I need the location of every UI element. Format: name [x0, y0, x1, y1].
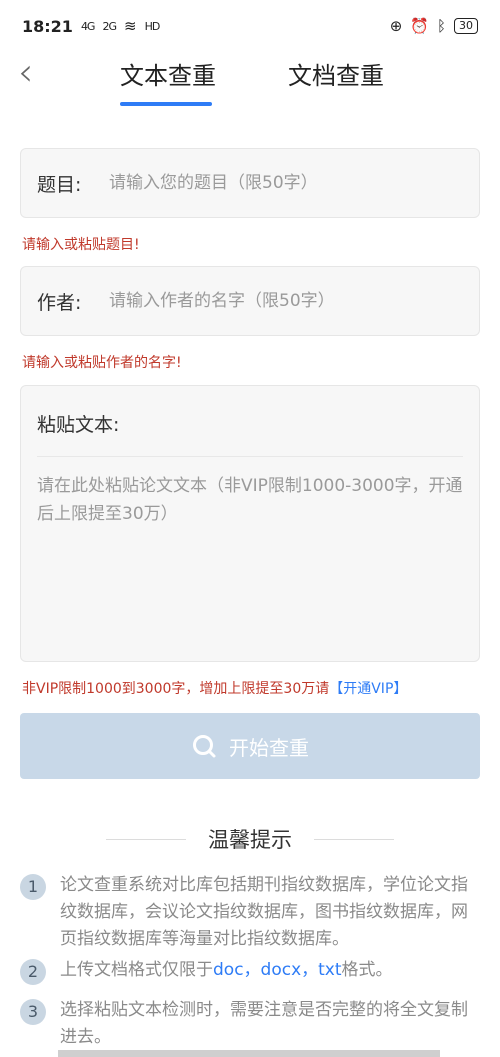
paste-label: 粘贴文本: — [37, 414, 120, 436]
vip-limit-note: 非VIP限制1000到3000字，增加上限提至30万请【开通VIP】 — [22, 678, 407, 698]
top-nav: ‹ 文本查重 文档查重 — [0, 52, 500, 112]
status-right: ⊕ ⏰ ᛒ 30 — [390, 17, 478, 35]
tip-text: 上传文档格式仅限于doc，docx，txt格式。 — [60, 957, 393, 985]
back-button[interactable]: ‹ — [18, 53, 54, 92]
bottom-scroll-bar — [58, 1050, 440, 1057]
status-time: 18:21 — [22, 16, 73, 36]
title-error: 请输入或粘贴题目! — [22, 237, 140, 253]
start-check-button[interactable]: 开始查重 — [20, 713, 480, 779]
title-input[interactable] — [109, 173, 479, 193]
status-left: 18:21 4G 2G ≋ HD — [22, 16, 161, 36]
paste-text-card: 粘贴文本: — [20, 385, 480, 662]
wifi-icon: ≋ — [124, 17, 137, 35]
paste-textarea[interactable] — [37, 472, 467, 642]
author-error: 请输入或粘贴作者的名字! — [22, 355, 182, 371]
tip-item: 2 上传文档格式仅限于doc，docx，txt格式。 — [20, 957, 480, 985]
tip-number: 1 — [20, 874, 46, 900]
title-field-card: 题目: — [20, 148, 480, 218]
tip-number: 3 — [20, 999, 46, 1025]
tip-item: 3 选择粘贴文本检测时，需要注意是否完整的将全文复制进去。 — [20, 997, 480, 1051]
bluetooth-icon: ᛒ — [436, 17, 446, 35]
tip-format-highlight: doc，docx，txt — [213, 960, 342, 980]
tips-divider-left — [106, 838, 186, 840]
lock-icon: ⊕ — [389, 17, 403, 35]
tip-item: 1 论文查重系统对比库包括期刊指纹数据库，学位论文指纹数据库，会议论文指纹数据库… — [20, 872, 480, 953]
tip-number: 2 — [20, 959, 46, 985]
tip-text: 选择粘贴文本检测时，需要注意是否完整的将全文复制进去。 — [60, 1000, 468, 1047]
tip-text: 论文查重系统对比库包括期刊指纹数据库，学位论文指纹数据库，会议论文指纹数据库，图… — [60, 875, 468, 949]
tab-text-check[interactable]: 文本查重 — [120, 56, 216, 91]
signal-2g-icon: 2G — [102, 19, 116, 33]
start-check-label: 开始查重 — [229, 735, 309, 760]
alarm-icon: ⏰ — [410, 17, 429, 35]
title-label: 题目: — [37, 173, 82, 196]
signal-4g-icon: 4G — [80, 19, 95, 33]
status-bar: 18:21 4G 2G ≋ HD ⊕ ⏰ ᛒ 30 — [0, 0, 500, 52]
author-label: 作者: — [37, 291, 82, 314]
author-field-card: 作者: — [20, 266, 480, 336]
vip-note-text: 非VIP限制1000到3000字，增加上限提至30万请 — [22, 681, 330, 697]
tips-title: 温馨提示 — [208, 828, 292, 852]
battery-icon: 30 — [454, 18, 478, 34]
paste-divider — [37, 456, 463, 457]
tips-header: 温馨提示 — [0, 824, 500, 854]
tip-text-prefix: 上传文档格式仅限于 — [60, 960, 213, 980]
hd-icon: HD — [144, 19, 161, 33]
author-input[interactable] — [109, 291, 479, 311]
active-tab-indicator — [120, 102, 212, 106]
search-icon — [193, 735, 216, 758]
tips-divider-right — [314, 838, 394, 840]
open-vip-link[interactable]: 【开通VIP】 — [329, 681, 407, 697]
tip-text-suffix: 格式。 — [341, 960, 393, 980]
tab-document-check[interactable]: 文档查重 — [288, 56, 384, 91]
